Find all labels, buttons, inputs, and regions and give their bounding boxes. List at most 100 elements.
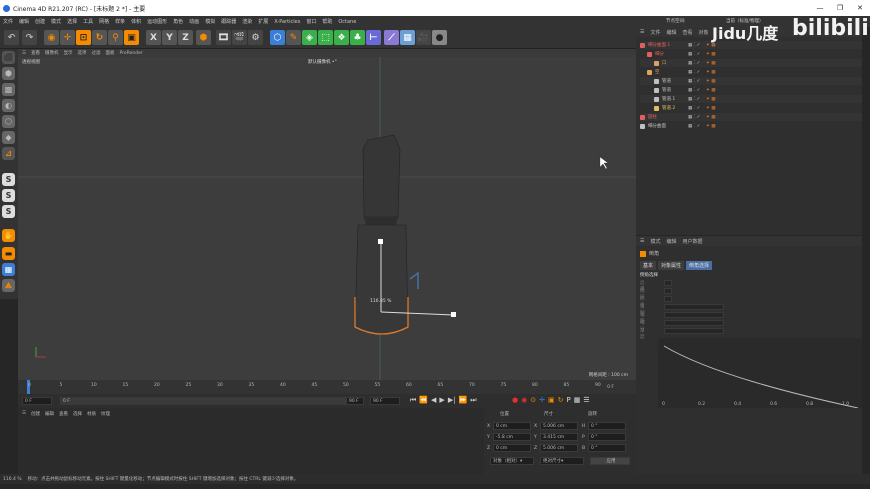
snap-icon[interactable]: S — [2, 173, 15, 186]
rotation-field[interactable]: 0 ° — [588, 433, 626, 441]
attributes-menu-icon[interactable]: ☰ — [640, 238, 644, 244]
menu-item[interactable]: X-Particles — [274, 19, 300, 25]
menu-item[interactable]: 编辑 — [19, 18, 29, 25]
object-row[interactable]: 细分 ▦ ⁚ ✓ ✦ ▩ — [640, 50, 862, 58]
viewport-menu-item[interactable]: 过滤 — [92, 50, 101, 56]
max-frame-field[interactable]: 90 F — [370, 397, 400, 405]
light-icon[interactable]: ▦ — [400, 30, 415, 45]
redo-icon[interactable]: ↷ — [22, 30, 37, 45]
scene-icon[interactable]: ♣ — [350, 30, 365, 45]
object-tags-icon[interactable]: ✦ ▩ — [706, 61, 715, 66]
visibility-flags-icon[interactable]: ▦ ⁚ ✓ — [688, 79, 700, 84]
next-key-icon[interactable]: ⏩ — [459, 396, 468, 405]
position-field[interactable]: 0 cm — [493, 422, 531, 430]
menu-item[interactable]: 网格 — [99, 18, 109, 25]
start-frame-field[interactable]: 0 F — [22, 397, 52, 405]
rotation-field[interactable]: 0 ° — [588, 422, 626, 430]
right-side-tabs[interactable] — [862, 27, 870, 474]
objects-menu-item[interactable]: 对象 — [699, 29, 709, 36]
goto-start-icon[interactable]: ⏮ — [410, 396, 416, 405]
menu-item[interactable]: 帮助 — [322, 18, 332, 25]
cube-icon[interactable]: ⬡ — [270, 30, 285, 45]
object-tags-icon[interactable]: ✦ ▩ — [706, 79, 715, 84]
visibility-flags-icon[interactable]: ▦ ⁚ ✓ — [688, 106, 700, 111]
viewport-menu-icon[interactable]: ☰ — [22, 51, 26, 56]
menu-item[interactable]: 动画 — [189, 18, 199, 25]
apply-button[interactable]: 应用 — [590, 457, 630, 465]
material-menu-icon[interactable]: ☰ — [22, 411, 26, 417]
viewport-3d[interactable]: 透视视图 默认摄像机 •° 116.85 % 网格间距 : 100 cm — [18, 57, 636, 380]
texture-mode-icon[interactable]: ▩ — [2, 83, 15, 96]
play-icon[interactable]: ▶ — [439, 396, 444, 405]
grid-icon[interactable]: ▦ — [2, 263, 15, 276]
visibility-flags-icon[interactable]: ▦ ⁚ ✓ — [688, 88, 700, 93]
visibility-flags-icon[interactable]: ▦ ⁚ ✓ — [688, 115, 700, 120]
edges-mode-icon[interactable]: ◆ — [2, 131, 15, 144]
attribute-field-input[interactable] — [664, 328, 724, 334]
pen-icon[interactable]: ✎ — [286, 30, 301, 45]
key-move-icon[interactable]: ✛ — [539, 396, 545, 404]
menu-item[interactable]: 扩展 — [258, 18, 268, 25]
axis-icon[interactable]: ⟁ — [2, 279, 15, 292]
model-mode-icon[interactable]: ⬢ — [2, 67, 15, 80]
timeline-menu-icon[interactable]: ☰ — [583, 396, 589, 404]
undo-icon[interactable]: ↶ — [4, 30, 19, 45]
viewport-menu-item[interactable]: 摄像机 — [45, 50, 59, 56]
menu-item[interactable]: 创建 — [35, 18, 45, 25]
select-icon[interactable]: ◉ — [44, 30, 59, 45]
menu-item[interactable]: 角色 — [173, 18, 183, 25]
timeline[interactable]: 0 F 0 5 10 15 20 25 30 35 40 45 50 55 60 65 70 75 80 85 90 — [18, 380, 636, 394]
menu-item[interactable]: 模拟 — [205, 18, 215, 25]
attribute-field-input[interactable] — [664, 280, 672, 286]
attributes-menu-item[interactable]: 模式 — [650, 238, 660, 245]
key-param-icon[interactable]: P — [566, 396, 570, 404]
visibility-flags-icon[interactable]: ▦ ⁚ ✓ — [688, 97, 700, 102]
object-tags-icon[interactable]: ✦ ▩ — [706, 70, 715, 75]
visibility-flags-icon[interactable]: ▦ ⁚ ✓ — [688, 43, 700, 48]
object-row[interactable]: 圆柱 ▦ ⁚ ✓ ✦ ▩ — [640, 113, 862, 121]
scale-icon[interactable]: ⊡ — [76, 30, 91, 45]
next-frame-icon[interactable]: ▶| — [448, 396, 456, 405]
deformer-icon[interactable]: ❖ — [334, 30, 349, 45]
rotate-icon[interactable]: ↻ — [92, 30, 107, 45]
key-grid-icon[interactable]: ▦ — [574, 396, 581, 404]
viewport-menu-item[interactable]: 显示 — [64, 50, 73, 56]
key-rotate-icon[interactable]: ↻ — [558, 396, 564, 404]
menu-item[interactable]: 体积 — [131, 18, 141, 25]
object-tags-icon[interactable]: ✦ ▩ — [706, 115, 715, 120]
visibility-flags-icon[interactable]: ▦ ⁚ ✓ — [688, 52, 700, 57]
size-field[interactable]: 3.415 cm — [540, 433, 578, 441]
material-menu-item[interactable]: 选择 — [73, 411, 82, 417]
objects-menu-item[interactable]: 文件 — [650, 29, 660, 36]
workplane-icon[interactable]: ◐ — [2, 99, 15, 112]
last-icon[interactable]: ⚲ — [108, 30, 123, 45]
attributes-menu-item[interactable]: 编辑 — [667, 238, 677, 245]
material-menu-item[interactable]: 纹理 — [101, 411, 110, 417]
goto-end-icon[interactable]: ⏭ — [470, 396, 476, 405]
visibility-flags-icon[interactable]: ▦ ⁚ ✓ — [688, 124, 700, 129]
render-icon[interactable]: 🎬 — [232, 30, 247, 45]
object-row[interactable]: 管道 ▦ ⁚ ✓ ✦ ▩ — [640, 86, 862, 94]
object-row[interactable]: 管道.1 ▦ ⁚ ✓ ✦ ▩ — [640, 95, 862, 103]
axis-x-icon[interactable]: X — [146, 30, 161, 45]
lock-icon[interactable]: ✋ — [2, 229, 15, 242]
viewport-menu-item[interactable]: 面板 — [106, 50, 115, 56]
menu-item[interactable]: 跟踪器 — [221, 18, 236, 25]
viewport-menu-item[interactable]: 查看 — [31, 50, 40, 56]
material-menu-item[interactable]: 材质 — [87, 411, 96, 417]
points-mode-icon[interactable]: ⬡ — [2, 115, 15, 128]
sphere-icon[interactable]: ● — [432, 30, 447, 45]
object-row[interactable]: 管道 ▦ ⁚ ✓ ✦ ▩ — [640, 77, 862, 85]
object-tags-icon[interactable]: ✦ ▩ — [706, 52, 715, 57]
snap-settings-icon[interactable]: S — [2, 189, 15, 202]
prev-frame-icon[interactable]: ◀ — [431, 396, 436, 405]
visibility-flags-icon[interactable]: ▦ ⁚ ✓ — [688, 70, 700, 75]
menu-item[interactable]: 选择 — [67, 18, 77, 25]
quantize-icon[interactable]: S — [2, 205, 15, 218]
attribute-field-input[interactable] — [664, 312, 724, 318]
material-menu-item[interactable]: 查看 — [59, 411, 68, 417]
object-row[interactable]: 口 ▦ ⁚ ✓ ✦ ▩ — [640, 59, 862, 67]
attributes-menu-item[interactable]: 用户数据 — [683, 238, 703, 245]
attribute-tab[interactable]: 倒角选择 — [686, 261, 713, 270]
menu-item[interactable]: Octane — [338, 19, 356, 25]
